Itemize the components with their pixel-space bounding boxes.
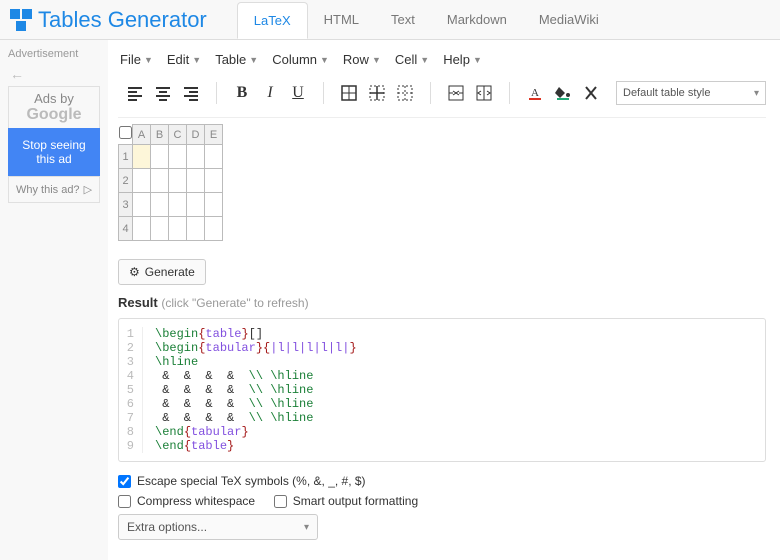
grid-cell[interactable] [187, 145, 205, 169]
ad-label: Advertisement [8, 48, 100, 60]
escape-label[interactable]: Escape special TeX symbols (%, &, _, #, … [137, 474, 366, 488]
grid-cell[interactable] [187, 169, 205, 193]
svg-text:A: A [531, 87, 539, 99]
col-header[interactable]: E [205, 125, 223, 145]
tab-text[interactable]: Text [375, 2, 431, 38]
grid-cell[interactable] [151, 217, 169, 241]
grid-cell[interactable] [133, 169, 151, 193]
top-bar: Tables Generator LaTeXHTMLTextMarkdownMe… [0, 0, 780, 40]
menu-bar: File▼ Edit▼ Table▼ Column▼ Row▼ Cell▼ Help▼ [118, 46, 766, 77]
menu-help[interactable]: Help▼ [443, 52, 482, 67]
grid-cell[interactable] [151, 169, 169, 193]
border-all-icon[interactable] [338, 82, 360, 104]
italic-icon[interactable]: I [259, 82, 281, 104]
smart-checkbox[interactable] [274, 495, 287, 508]
col-header[interactable]: D [187, 125, 205, 145]
col-header[interactable]: A [133, 125, 151, 145]
tab-mediawiki[interactable]: MediaWiki [523, 2, 615, 38]
stop-seeing-ad-button[interactable]: Stop seeing this ad [8, 128, 100, 176]
logo-icon [10, 9, 32, 31]
main-panel: File▼ Edit▼ Table▼ Column▼ Row▼ Cell▼ Help▼ B … [108, 40, 780, 560]
brand-logo[interactable]: Tables Generator [10, 7, 207, 33]
ad-sidebar: Advertisement ← Ads by Google Stop seein… [0, 40, 108, 560]
grid-cell[interactable] [205, 169, 223, 193]
gear-icon: ⚙ [129, 265, 140, 279]
menu-file[interactable]: File▼ [120, 52, 153, 67]
grid-cell[interactable] [133, 145, 151, 169]
select-all-checkbox[interactable] [119, 126, 132, 139]
grid-cell[interactable] [169, 193, 187, 217]
smart-label[interactable]: Smart output formatting [293, 494, 418, 508]
grid-cell[interactable] [169, 217, 187, 241]
ads-by-box: Ads by Google [8, 86, 100, 128]
grid-cell[interactable] [151, 193, 169, 217]
border-none-icon[interactable] [394, 82, 416, 104]
compress-checkbox[interactable] [118, 495, 131, 508]
border-inner-icon[interactable] [366, 82, 388, 104]
align-center-icon[interactable] [152, 82, 174, 104]
merge-cells-icon[interactable] [445, 82, 467, 104]
escape-checkbox[interactable] [118, 475, 131, 488]
align-left-icon[interactable] [124, 82, 146, 104]
toolbar: B I U A Default table style [118, 77, 766, 118]
split-cells-icon[interactable] [473, 82, 495, 104]
grid-cell[interactable] [205, 217, 223, 241]
table-style-select[interactable]: Default table style [616, 81, 766, 105]
col-header[interactable]: B [151, 125, 169, 145]
grid-cell[interactable] [133, 193, 151, 217]
ad-back-arrow[interactable]: ← [10, 66, 100, 82]
underline-icon[interactable]: U [287, 82, 309, 104]
brand-name: Tables Generator [38, 7, 207, 33]
grid-cell[interactable] [205, 193, 223, 217]
clear-format-icon[interactable] [580, 82, 602, 104]
editor-grid[interactable]: ABCDE 1234 [118, 124, 223, 241]
code-output[interactable]: 1\begin{table}[]2\begin{tabular}{|l|l|l|… [118, 318, 766, 462]
menu-edit[interactable]: Edit▼ [167, 52, 201, 67]
tab-html[interactable]: HTML [308, 2, 375, 38]
compress-label[interactable]: Compress whitespace [137, 494, 255, 508]
fill-color-icon[interactable] [552, 82, 574, 104]
col-header[interactable]: C [169, 125, 187, 145]
grid-cell[interactable] [205, 145, 223, 169]
row-header[interactable]: 4 [119, 217, 133, 241]
grid-cell[interactable] [169, 145, 187, 169]
generate-button[interactable]: ⚙ Generate [118, 259, 206, 285]
align-right-icon[interactable] [180, 82, 202, 104]
row-header[interactable]: 2 [119, 169, 133, 193]
grid-cell[interactable] [169, 169, 187, 193]
bold-icon[interactable]: B [231, 82, 253, 104]
menu-table[interactable]: Table▼ [215, 52, 258, 67]
menu-column[interactable]: Column▼ [272, 52, 329, 67]
format-tabs: LaTeXHTMLTextMarkdownMediaWiki [237, 2, 615, 38]
grid-cell[interactable] [187, 217, 205, 241]
adchoices-icon: ▷ [84, 183, 92, 196]
menu-cell[interactable]: Cell▼ [395, 52, 429, 67]
row-header[interactable]: 1 [119, 145, 133, 169]
result-heading: Result (click "Generate" to refresh) [118, 295, 766, 310]
row-header[interactable]: 3 [119, 193, 133, 217]
extra-options-select[interactable]: Extra options... [118, 514, 318, 540]
tab-markdown[interactable]: Markdown [431, 2, 523, 38]
why-this-ad-button[interactable]: Why this ad? ▷ [8, 176, 100, 203]
grid-cell[interactable] [133, 217, 151, 241]
tab-latex[interactable]: LaTeX [237, 2, 308, 39]
grid-cell[interactable] [187, 193, 205, 217]
menu-row[interactable]: Row▼ [343, 52, 381, 67]
text-color-icon[interactable]: A [524, 82, 546, 104]
grid-cell[interactable] [151, 145, 169, 169]
